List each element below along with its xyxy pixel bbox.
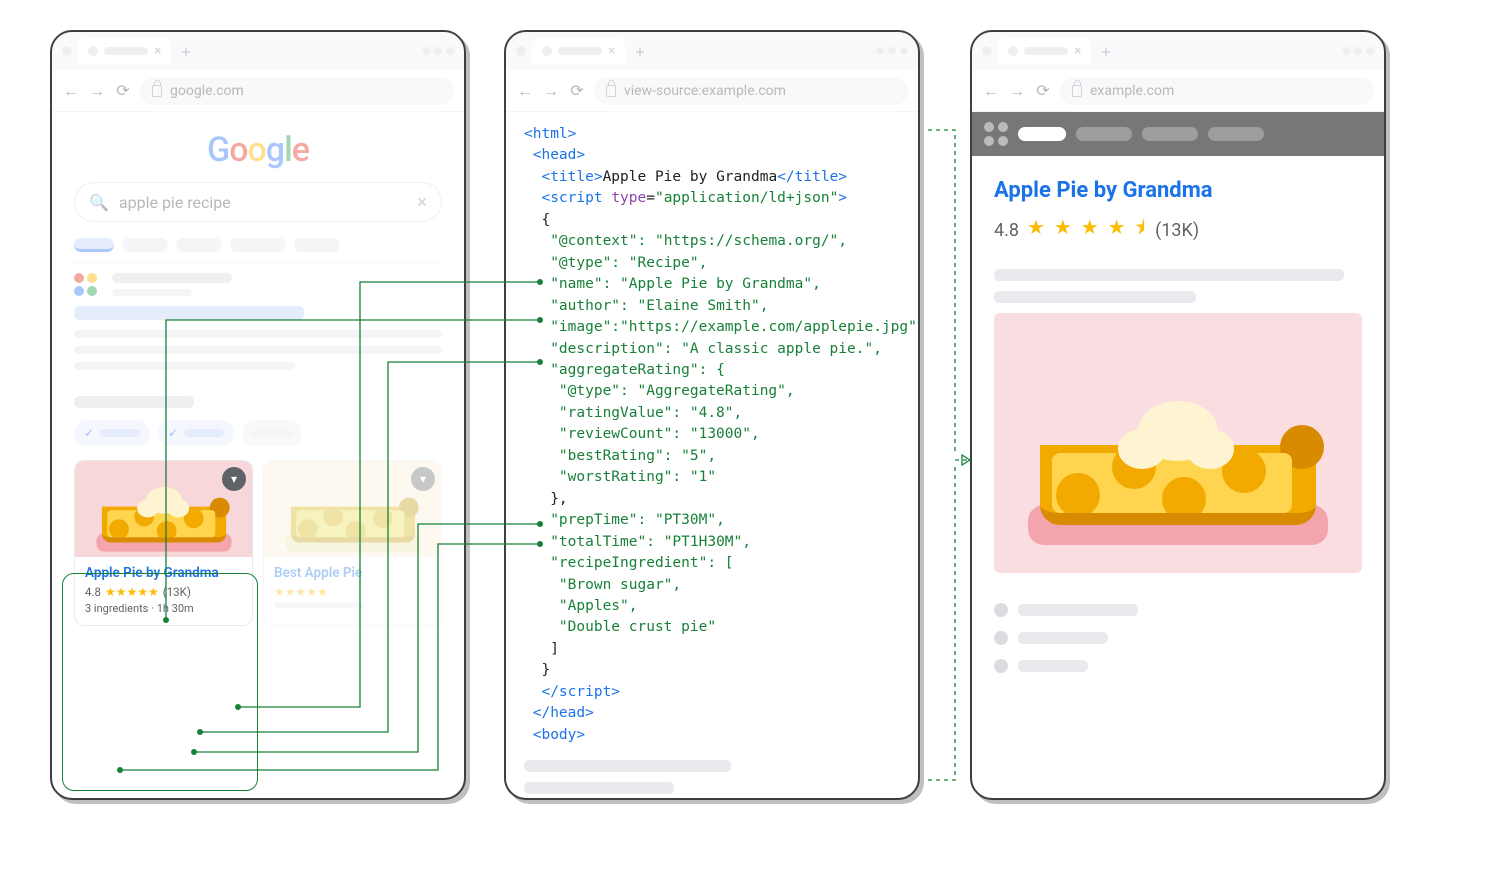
source-code: <html> <head> <title>Apple Pie by Grandm… <box>506 112 918 746</box>
recipe-card[interactable]: ▾ Apple Pie by Grandma 4.8 ★★★★★ (13K) 3… <box>74 460 253 626</box>
tab-bar: × + <box>506 32 918 70</box>
search-input[interactable]: 🔍 apple pie recipe × <box>74 182 442 222</box>
code-line-aggregate: "aggregateRating": { <box>550 362 725 378</box>
tab-bar: × + <box>972 32 1384 70</box>
code-line-image: "image":"https://example.com/applepie.jp… <box>550 319 920 335</box>
new-tab-icon[interactable]: + <box>181 42 190 61</box>
site-logo-icon <box>984 122 1008 146</box>
stars-icon: ★★★★★ <box>105 585 159 599</box>
stars-icon: ★ ★ ★ ★ ⯨ <box>1027 213 1147 247</box>
address-bar[interactable]: google.com <box>140 77 454 105</box>
forward-icon[interactable]: → <box>88 81 106 101</box>
search-query: apple pie recipe <box>119 193 407 212</box>
url-text: view-source:example.com <box>624 83 786 99</box>
google-logo: Google <box>52 130 464 170</box>
tab-bar: × + <box>52 32 464 70</box>
clear-icon[interactable]: × <box>417 192 427 213</box>
address-bar-row: ← → ⟳ google.com <box>52 70 464 112</box>
search-icon: 🔍 <box>89 193 109 212</box>
nav-item[interactable] <box>1142 127 1198 141</box>
site-header <box>972 112 1384 156</box>
back-icon[interactable]: ← <box>982 81 1000 101</box>
panel-search-results: × + ← → ⟳ google.com Google 🔍 apple pie … <box>50 30 466 800</box>
lock-icon <box>606 85 616 97</box>
code-line-ingredients: "recipeIngredient": [ <box>550 555 733 571</box>
tab-close-icon[interactable]: × <box>154 43 161 59</box>
recipe-image: ▾ <box>75 461 252 557</box>
back-icon[interactable]: ← <box>516 81 534 101</box>
code-line-name: "name": "Apple Pie by Grandma", <box>550 276 821 292</box>
nav-item[interactable] <box>1076 127 1132 141</box>
list-item <box>994 659 1362 673</box>
card-rating: 4.8 ★★★★★ (13K) <box>85 585 242 599</box>
reload-icon[interactable]: ⟳ <box>1034 81 1052 100</box>
address-bar[interactable]: example.com <box>1060 77 1374 105</box>
address-bar[interactable]: view-source:example.com <box>594 77 908 105</box>
forward-icon[interactable]: → <box>542 81 560 101</box>
url-text: example.com <box>1090 83 1174 99</box>
panel-recipe-page: × + ← → ⟳ example.com Apple Pie by Grand… <box>970 30 1386 800</box>
apps-icon <box>74 273 102 301</box>
nav-item[interactable] <box>1208 127 1264 141</box>
back-icon[interactable]: ← <box>62 81 80 101</box>
url-text: google.com <box>170 83 244 99</box>
list-item <box>994 631 1362 645</box>
card-title: Apple Pie by Grandma <box>85 565 242 581</box>
card-title: Best Apple Pie <box>274 565 431 581</box>
lock-icon <box>152 85 162 97</box>
reload-icon[interactable]: ⟳ <box>568 81 586 100</box>
browser-tab[interactable]: × <box>78 38 171 64</box>
nav-item[interactable] <box>1018 127 1066 141</box>
hero-image <box>994 313 1362 573</box>
card-meta: 3 ingredients · 1h 30m <box>85 602 242 615</box>
list-item <box>994 603 1362 617</box>
forward-icon[interactable]: → <box>1008 81 1026 101</box>
page-title: Apple Pie by Grandma <box>994 178 1362 203</box>
lock-icon <box>1072 85 1082 97</box>
reload-icon[interactable]: ⟳ <box>114 81 132 100</box>
code-line-totaltime: "totalTime": "PT1H30M", <box>550 534 751 550</box>
page-rating: 4.8 ★ ★ ★ ★ ⯨ (13K) <box>994 213 1362 247</box>
panel-source-code: × + ← → ⟳ view-source:example.com <html>… <box>504 30 920 800</box>
recipe-card[interactable]: ▾ Best Apple Pie ★★★★★ <box>263 460 442 626</box>
